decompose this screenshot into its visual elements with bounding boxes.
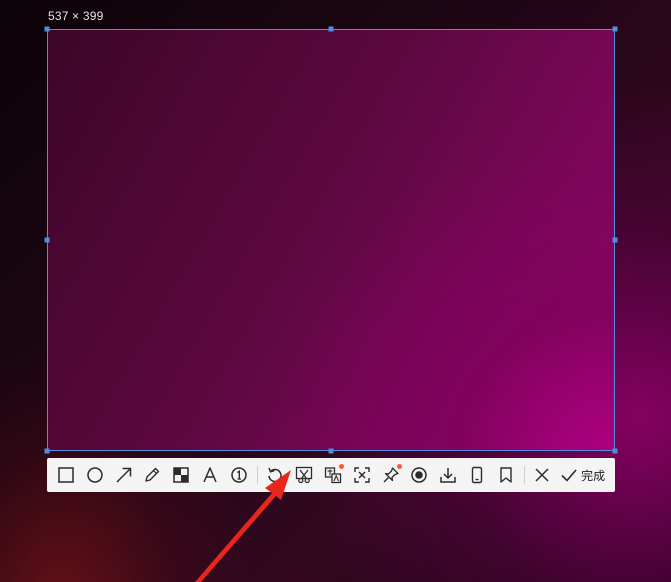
rectangle-icon [58, 467, 74, 483]
done-button[interactable]: 完成 [560, 464, 605, 486]
mosaic-icon [173, 467, 189, 483]
record-button[interactable] [408, 464, 430, 486]
toolbar-divider [523, 466, 525, 484]
close-icon [535, 468, 549, 482]
checkmark-icon [561, 469, 577, 482]
translate-new-badge [338, 464, 344, 469]
pin-icon [383, 467, 399, 483]
toolbar-divider [256, 466, 258, 484]
resize-handle-bottom-left[interactable] [44, 448, 50, 454]
undo-icon [268, 467, 283, 483]
screenshot-toolbar: 完成 [47, 458, 615, 492]
done-label: 完成 [581, 468, 606, 483]
pin-tool-button[interactable] [380, 464, 402, 486]
selection-dimensions: 537 × 399 [48, 9, 104, 23]
pencil-tool-button[interactable] [141, 464, 163, 486]
resize-handle-bottom[interactable] [328, 448, 334, 454]
translate-tool-button[interactable] [322, 464, 344, 486]
cut-tool-button[interactable] [293, 464, 315, 486]
resize-handle-top[interactable] [328, 26, 334, 32]
phone-icon [471, 466, 483, 484]
arrow-icon [116, 467, 131, 483]
number-icon [231, 467, 247, 483]
send-to-phone-button[interactable] [466, 464, 488, 486]
record-icon [411, 467, 428, 483]
pin-new-badge [396, 464, 402, 469]
download-icon [440, 468, 456, 483]
bookmark-button[interactable] [495, 464, 517, 486]
number-tool-button[interactable] [228, 464, 250, 486]
translate-icon [324, 467, 342, 484]
resize-handle-bottom-right[interactable] [612, 448, 618, 454]
ellipse-icon [87, 467, 103, 483]
text-tool-button[interactable] [199, 464, 221, 486]
text-extract-icon [354, 467, 370, 483]
ocr-tool-button[interactable] [351, 464, 373, 486]
scissors-icon [296, 466, 313, 484]
text-icon [203, 467, 217, 483]
resize-handle-top-left[interactable] [44, 26, 50, 32]
selection-area[interactable] [47, 29, 615, 451]
resize-handle-left[interactable] [44, 237, 50, 243]
resize-handle-top-right[interactable] [612, 26, 618, 32]
ellipse-tool-button[interactable] [84, 464, 106, 486]
undo-button[interactable] [264, 464, 286, 486]
rectangle-tool-button[interactable] [55, 464, 77, 486]
resize-handle-right[interactable] [612, 237, 618, 243]
bookmark-icon [500, 467, 512, 483]
arrow-tool-button[interactable] [113, 464, 135, 486]
close-button[interactable] [531, 464, 553, 486]
mosaic-tool-button[interactable] [170, 464, 192, 486]
pencil-icon [145, 467, 160, 482]
download-button[interactable] [437, 464, 459, 486]
